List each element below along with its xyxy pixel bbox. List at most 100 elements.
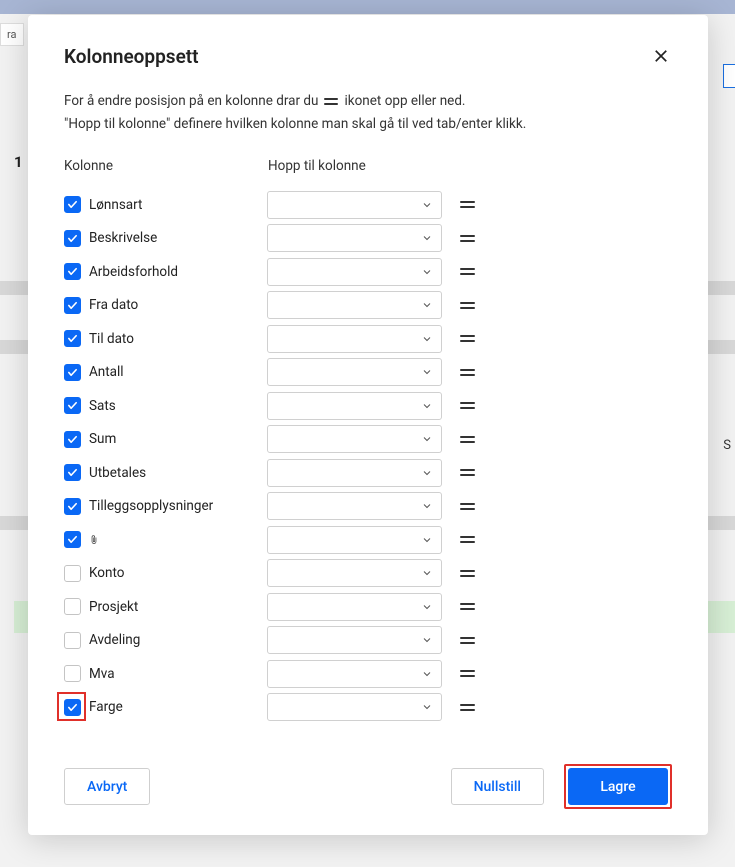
jump-to-column-select[interactable] (267, 325, 442, 353)
jump-to-column-select[interactable] (267, 191, 442, 219)
chevron-down-icon (421, 266, 433, 278)
drag-handle[interactable] (460, 402, 475, 409)
chevron-down-icon (421, 366, 433, 378)
column-row: Beskrivelse (64, 221, 672, 255)
column-label: Avdeling (89, 632, 267, 648)
save-highlight: Lagre (564, 764, 672, 809)
check-icon (67, 367, 78, 378)
jump-to-column-select[interactable] (267, 459, 442, 487)
close-button[interactable] (650, 45, 672, 67)
column-row: Prosjekt (64, 590, 672, 624)
column-checkbox[interactable] (64, 565, 81, 582)
column-label: Sats (89, 398, 267, 414)
column-label: Antall (89, 364, 267, 380)
modal-header: Kolonneoppsett (64, 45, 672, 68)
jump-to-column-select[interactable] (267, 593, 442, 621)
drag-handle[interactable] (460, 670, 475, 677)
column-checkbox[interactable] (64, 531, 81, 548)
column-checkbox[interactable] (64, 699, 81, 716)
header-hopp: Hopp til kolonne (268, 158, 672, 174)
column-checkbox[interactable] (64, 364, 81, 381)
desc-text: "Hopp til kolonne" definere hvilken kolo… (64, 113, 672, 136)
modal-footer: Avbryt Nullstill Lagre (64, 764, 672, 809)
drag-handle[interactable] (460, 637, 475, 644)
close-icon (652, 47, 670, 65)
drag-icon (324, 98, 338, 105)
check-icon (67, 266, 78, 277)
drag-handle[interactable] (460, 268, 475, 275)
chevron-down-icon (421, 467, 433, 479)
column-checkbox[interactable] (64, 632, 81, 649)
column-row: Farge (64, 690, 672, 724)
jump-to-column-select[interactable] (267, 492, 442, 520)
chevron-down-icon (421, 232, 433, 244)
drag-handle[interactable] (460, 335, 475, 342)
drag-handle[interactable] (460, 503, 475, 510)
cancel-button[interactable]: Avbryt (64, 768, 150, 805)
chevron-down-icon (421, 567, 433, 579)
drag-handle[interactable] (460, 704, 475, 711)
column-checkbox[interactable] (64, 263, 81, 280)
jump-to-column-select[interactable] (267, 291, 442, 319)
column-row: Arbeidsforhold (64, 255, 672, 289)
column-label: Prosjekt (89, 599, 267, 615)
column-label: Utbetales (89, 465, 267, 481)
column-row: Avdeling (64, 623, 672, 657)
chevron-down-icon (421, 668, 433, 680)
column-label: Tilleggsopplysninger (89, 498, 267, 514)
check-icon (67, 300, 78, 311)
chevron-down-icon (421, 433, 433, 445)
column-checkbox[interactable] (64, 665, 81, 682)
jump-to-column-select[interactable] (267, 626, 442, 654)
column-checkbox[interactable] (64, 598, 81, 615)
column-checkbox[interactable] (64, 431, 81, 448)
column-label: Arbeidsforhold (89, 264, 267, 280)
column-settings-modal: Kolonneoppsett For å endre posisjon på e… (28, 15, 708, 835)
jump-to-column-select[interactable] (267, 425, 442, 453)
drag-handle[interactable] (460, 469, 475, 476)
drag-handle[interactable] (460, 302, 475, 309)
jump-to-column-select[interactable] (267, 392, 442, 420)
check-icon (67, 233, 78, 244)
column-checkbox[interactable] (64, 397, 81, 414)
chevron-down-icon (421, 400, 433, 412)
column-checkbox[interactable] (64, 498, 81, 515)
drag-handle[interactable] (460, 436, 475, 443)
jump-to-column-select[interactable] (267, 526, 442, 554)
drag-handle[interactable] (460, 369, 475, 376)
jump-to-column-select[interactable] (267, 358, 442, 386)
column-label: Beskrivelse (89, 230, 267, 246)
jump-to-column-select[interactable] (267, 559, 442, 587)
column-label (89, 532, 267, 548)
check-icon (67, 434, 78, 445)
column-checkbox[interactable] (64, 196, 81, 213)
drag-handle[interactable] (460, 570, 475, 577)
column-checkbox[interactable] (64, 330, 81, 347)
chevron-down-icon (421, 333, 433, 345)
column-checkbox[interactable] (64, 230, 81, 247)
column-checkbox[interactable] (64, 464, 81, 481)
column-label: Sum (89, 431, 267, 447)
columns-header: Kolonne Hopp til kolonne (64, 158, 672, 174)
reset-button[interactable]: Nullstill (451, 768, 544, 805)
jump-to-column-select[interactable] (267, 693, 442, 721)
bg-topbar (0, 0, 735, 14)
check-icon (67, 400, 78, 411)
drag-handle[interactable] (460, 603, 475, 610)
column-checkbox[interactable] (64, 297, 81, 314)
drag-handle[interactable] (460, 536, 475, 543)
save-button[interactable]: Lagre (568, 768, 668, 805)
desc-text: ikonet opp eller ned. (344, 90, 465, 113)
header-kolonne: Kolonne (64, 158, 268, 174)
jump-to-column-select[interactable] (267, 660, 442, 688)
column-label: Mva (89, 666, 267, 682)
chevron-down-icon (421, 199, 433, 211)
chevron-down-icon (421, 299, 433, 311)
bg-s: S (723, 438, 731, 453)
column-row (64, 523, 672, 557)
drag-handle[interactable] (460, 235, 475, 242)
drag-handle[interactable] (460, 201, 475, 208)
jump-to-column-select[interactable] (267, 224, 442, 252)
jump-to-column-select[interactable] (267, 258, 442, 286)
bg-number: 1 (14, 153, 23, 171)
